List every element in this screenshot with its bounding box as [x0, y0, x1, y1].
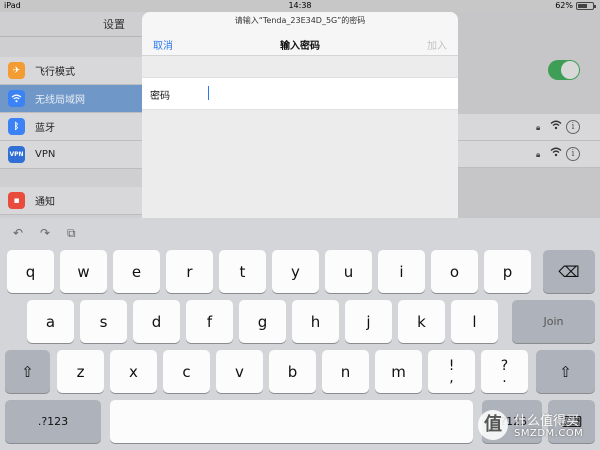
dialog-subtitle: 请输入“Tenda_23E34D_5G”的密码 — [234, 16, 366, 25]
key-d[interactable]: d — [133, 300, 180, 343]
cancel-button[interactable]: 取消 — [153, 37, 173, 52]
wifi-icon — [550, 147, 562, 160]
keyboard-toolbar: ↶ ↷ ⧉ — [0, 218, 600, 248]
key-b[interactable]: b — [269, 350, 316, 393]
key-l[interactable]: l — [451, 300, 498, 343]
key-n[interactable]: n — [322, 350, 369, 393]
battery-nub — [594, 5, 596, 8]
key-k[interactable]: k — [398, 300, 445, 343]
key-m[interactable]: m — [375, 350, 422, 393]
sidebar-item-label: 通知 — [35, 197, 55, 208]
join-button[interactable]: 加入 — [427, 37, 447, 52]
key-t[interactable]: t — [219, 250, 266, 293]
key-e[interactable]: e — [113, 250, 160, 293]
key-exclaim-comma-label: !, — [449, 359, 455, 386]
numbers-key-left[interactable]: .?123 — [5, 400, 101, 443]
key-u[interactable]: u — [325, 250, 372, 293]
key-y[interactable]: y — [272, 250, 319, 293]
password-label: 密码 — [150, 91, 170, 102]
key-p[interactable]: p — [484, 250, 531, 293]
key-g[interactable]: g — [239, 300, 286, 343]
dialog-header: 请输入“Tenda_23E34D_5G”的密码 输入密码 取消 加入 — [142, 12, 458, 56]
backspace-icon: ⌫ — [558, 262, 580, 281]
wifi-icon — [8, 90, 25, 107]
text-caret — [208, 86, 209, 100]
wifi-icon — [550, 120, 562, 133]
network-row[interactable]: 🔒︎ i — [458, 141, 600, 168]
key-c[interactable]: c — [163, 350, 210, 393]
space-key[interactable] — [110, 400, 473, 443]
sidebar-item-label: 飞行模式 — [35, 67, 75, 78]
key-w[interactable]: w — [60, 250, 107, 293]
shift-key-left[interactable]: ⇧ — [5, 350, 50, 393]
sidebar-item-label: VPN — [35, 149, 56, 160]
info-icon[interactable]: i — [566, 147, 580, 161]
key-x[interactable]: x — [110, 350, 157, 393]
key-exclaim-comma[interactable]: !, — [428, 350, 475, 393]
join-key[interactable]: Join — [512, 300, 595, 343]
key-h[interactable]: h — [292, 300, 339, 343]
key-v[interactable]: v — [216, 350, 263, 393]
network-row[interactable]: 🔒︎ i — [458, 114, 600, 141]
key-o[interactable]: o — [431, 250, 478, 293]
status-bar: iPad 14:38 62% — [0, 0, 600, 12]
key-s[interactable]: s — [80, 300, 127, 343]
toggle-knob — [561, 61, 579, 79]
airplane-icon: ✈ — [8, 62, 25, 79]
key-f[interactable]: f — [186, 300, 233, 343]
key-a[interactable]: a — [27, 300, 74, 343]
key-z[interactable]: z — [57, 350, 104, 393]
key-question-period-label: ?. — [501, 359, 508, 386]
key-j[interactable]: j — [345, 300, 392, 343]
battery-indicator: 62% — [555, 0, 596, 12]
key-bottom: , — [449, 369, 454, 386]
key-q[interactable]: q — [7, 250, 54, 293]
vpn-icon: VPN — [8, 146, 25, 163]
battery-icon — [576, 2, 596, 10]
sidebar-item-label: 无线局域网 — [35, 95, 85, 106]
redo-icon[interactable]: ↷ — [40, 226, 50, 240]
dismiss-keyboard-key[interactable]: ⌨ — [548, 400, 595, 443]
notification-icon: ▪ — [8, 192, 25, 209]
numbers-key-right[interactable]: .?123 — [482, 400, 542, 443]
keyboard-icon: ⌨ — [560, 412, 583, 431]
key-i[interactable]: i — [378, 250, 425, 293]
shift-icon: ⇧ — [559, 362, 572, 381]
battery-fill — [578, 4, 587, 8]
password-row: 密码 — [142, 77, 458, 110]
lock-icon: 🔒︎ — [536, 123, 541, 132]
sidebar-item-label: 蓝牙 — [35, 123, 55, 134]
backspace-key[interactable]: ⌫ — [543, 250, 595, 293]
lock-icon: 🔒︎ — [536, 150, 541, 159]
password-field[interactable] — [206, 83, 446, 105]
dialog-title: 输入密码 — [280, 41, 320, 52]
key-bottom: . — [502, 369, 507, 386]
password-dialog: 请输入“Tenda_23E34D_5G”的密码 输入密码 取消 加入 密码 — [142, 12, 458, 222]
paste-icon[interactable]: ⧉ — [67, 226, 76, 240]
undo-icon[interactable]: ↶ — [13, 226, 23, 240]
bluetooth-icon: ᛒ — [8, 118, 25, 135]
key-question-period[interactable]: ?. — [481, 350, 528, 393]
battery-percent: 62% — [555, 1, 573, 10]
shift-icon: ⇧ — [21, 362, 34, 381]
info-icon[interactable]: i — [566, 120, 580, 134]
wlan-toggle[interactable] — [548, 60, 580, 80]
keyboard: ↶ ↷ ⧉ q w e r t y u i o p ⌫ a s d f g h j k l Join ⇧ z x c v b n m!,… — [0, 218, 600, 450]
key-r[interactable]: r — [166, 250, 213, 293]
status-time: 14:38 — [288, 1, 312, 10]
shift-key-right[interactable]: ⇧ — [536, 350, 595, 393]
